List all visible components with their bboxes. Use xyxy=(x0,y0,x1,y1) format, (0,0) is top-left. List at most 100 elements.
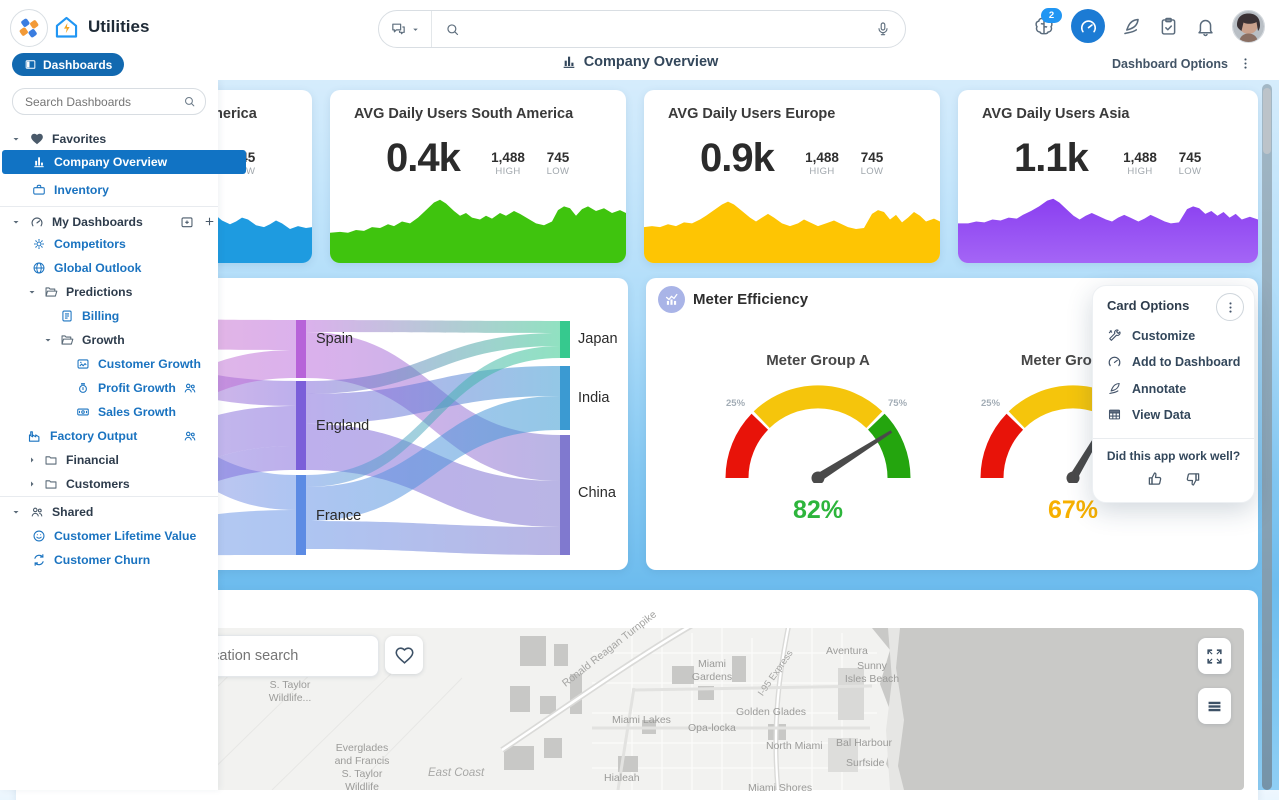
sidebar-section-my-dashboards[interactable]: My Dashboards xyxy=(0,211,228,233)
sidebar-section-shared[interactable]: Shared xyxy=(0,501,228,523)
area-chart-south-america xyxy=(330,195,626,263)
section-label: Favorites xyxy=(52,132,106,146)
kpi-low-value: 745 xyxy=(854,150,890,165)
menu-item-label: Customize xyxy=(1132,329,1195,343)
map-favorite-button[interactable] xyxy=(385,636,423,674)
sidebar-folder-customers[interactable]: Customers xyxy=(0,473,244,495)
factory-icon xyxy=(27,429,42,444)
gauge-icon xyxy=(30,215,44,229)
sidebar-item-profit-growth[interactable]: Profit Growth xyxy=(0,377,294,399)
map-label: East Coast xyxy=(428,766,484,780)
expand-icon xyxy=(1205,647,1224,666)
page-scrollbar[interactable] xyxy=(1262,84,1272,790)
item-label: Sales Growth xyxy=(98,405,176,419)
table-icon xyxy=(1107,407,1122,422)
sidebar-item-factory-output[interactable]: Factory Output xyxy=(0,425,245,447)
chat-filter-button[interactable] xyxy=(379,11,432,47)
map-list-button[interactable] xyxy=(1198,688,1231,724)
sidebar-folder-predictions[interactable]: Predictions xyxy=(0,281,244,303)
item-label: Customer Lifetime Value xyxy=(54,529,196,543)
item-label: Global Outlook xyxy=(54,261,141,275)
kebab-menu-icon xyxy=(1223,300,1238,315)
folder-label: Predictions xyxy=(66,285,132,299)
search-icon xyxy=(183,95,196,108)
sankey-node-label-india[interactable]: India xyxy=(578,390,609,406)
section-label: Shared xyxy=(52,505,93,519)
kpi-value: 1.1k xyxy=(1014,136,1088,181)
sidebar-item-company-overview[interactable]: Company Overview xyxy=(2,150,246,174)
microphone-icon[interactable] xyxy=(875,21,891,37)
sidebar-item-customer-growth[interactable]: Customer Growth xyxy=(0,353,294,375)
chevron-right-icon[interactable] xyxy=(26,454,38,466)
item-label: Factory Output xyxy=(50,429,137,443)
meter-card-title: Meter Efficiency xyxy=(693,291,808,308)
sankey-node-label-spain[interactable]: Spain xyxy=(316,331,353,347)
customize-icon xyxy=(1107,328,1122,343)
app-launcher-icon xyxy=(20,19,39,38)
ai-assistant-button[interactable]: 2 xyxy=(1033,15,1055,37)
sidebar-item-customer-lifetime-value[interactable]: Customer Lifetime Value xyxy=(0,525,250,547)
new-folder-icon[interactable] xyxy=(180,215,194,229)
plus-icon[interactable] xyxy=(203,215,216,228)
menu-item-label: View Data xyxy=(1132,408,1191,422)
sidebar-item-inventory[interactable]: Inventory xyxy=(0,179,250,201)
bar-chart-icon xyxy=(32,155,46,169)
sidebar-search[interactable] xyxy=(12,88,206,115)
map-label: Bal Harbour xyxy=(836,737,892,750)
rows-icon xyxy=(1205,697,1224,716)
sidebar-section-favorites[interactable]: Favorites xyxy=(0,128,228,150)
app-launcher-button[interactable] xyxy=(10,9,48,47)
user-avatar[interactable] xyxy=(1232,10,1265,43)
menu-item-view-data[interactable]: View Data xyxy=(1107,407,1191,422)
menu-item-customize[interactable]: Customize xyxy=(1107,328,1195,343)
sidebar-item-competitors[interactable]: Competitors xyxy=(0,233,250,255)
chevron-right-icon[interactable] xyxy=(26,478,38,490)
annotate-button[interactable] xyxy=(1121,16,1142,37)
people-icon xyxy=(30,505,44,519)
kpi-card-europe[interactable]: AVG Daily Users Europe 0.9k 1,488 HIGH 7… xyxy=(644,90,940,263)
map-label: Sunny Isles Beach xyxy=(845,660,899,686)
gauge-a xyxy=(718,378,918,483)
menu-item-annotate[interactable]: Annotate xyxy=(1107,381,1186,396)
chevron-down-icon[interactable] xyxy=(10,506,22,518)
sidebar-item-billing[interactable]: Billing xyxy=(0,305,278,327)
tasks-button[interactable] xyxy=(1158,16,1179,37)
feedback-question: Did this app work well? xyxy=(1093,449,1254,463)
notification-badge: 2 xyxy=(1041,8,1062,23)
notifications-button[interactable] xyxy=(1195,16,1216,37)
item-label: Profit Growth xyxy=(98,381,176,395)
dashboard-options[interactable]: Dashboard Options xyxy=(1112,56,1253,71)
global-search-input[interactable] xyxy=(460,21,875,37)
global-search[interactable] xyxy=(378,10,906,48)
map-fullscreen-button[interactable] xyxy=(1198,638,1231,674)
map-label: Miami Gardens xyxy=(692,658,732,684)
money-bag-icon xyxy=(76,381,90,395)
menu-item-add-to-dashboard[interactable]: Add to Dashboard xyxy=(1107,354,1240,369)
scrollbar-thumb[interactable] xyxy=(1263,88,1271,154)
sankey-node-label-china[interactable]: China xyxy=(578,485,616,501)
sankey-node-label-japan[interactable]: Japan xyxy=(578,331,618,347)
sidebar-item-global-outlook[interactable]: Global Outlook xyxy=(0,257,250,279)
dashboards-sidebar: Favorites Company Overview Inventory My … xyxy=(0,80,218,790)
sankey-node-label-england[interactable]: England xyxy=(316,418,369,434)
kpi-high-value: 1,488 xyxy=(802,150,842,165)
map-label: Miami Shores xyxy=(748,782,812,795)
thumbs-down-icon[interactable] xyxy=(1184,470,1202,488)
sidebar-search-input[interactable] xyxy=(13,95,183,109)
kebab-menu-icon[interactable] xyxy=(1238,56,1253,71)
popup-more-button[interactable] xyxy=(1216,293,1244,321)
chevron-down-icon[interactable] xyxy=(10,216,22,228)
kpi-card-asia[interactable]: AVG Daily Users Asia 1.1k 1,488 HIGH 745… xyxy=(958,90,1258,263)
sankey-node-label-france[interactable]: France xyxy=(316,508,361,524)
sidebar-folder-financial[interactable]: Financial xyxy=(0,449,244,471)
chevron-down-icon[interactable] xyxy=(26,286,38,298)
chevron-down-icon[interactable] xyxy=(42,334,54,346)
banknote-icon xyxy=(76,405,90,419)
dashboards-active-button[interactable] xyxy=(1071,9,1105,43)
kpi-card-south-america[interactable]: AVG Daily Users South America 0.4k 1,488… xyxy=(330,90,626,263)
sidebar-item-customer-churn[interactable]: Customer Churn xyxy=(0,549,250,571)
sidebar-item-sales-growth[interactable]: Sales Growth xyxy=(0,401,294,423)
chevron-down-icon[interactable] xyxy=(10,133,22,145)
sidebar-folder-growth[interactable]: Growth xyxy=(0,329,260,351)
thumbs-up-icon[interactable] xyxy=(1146,470,1164,488)
